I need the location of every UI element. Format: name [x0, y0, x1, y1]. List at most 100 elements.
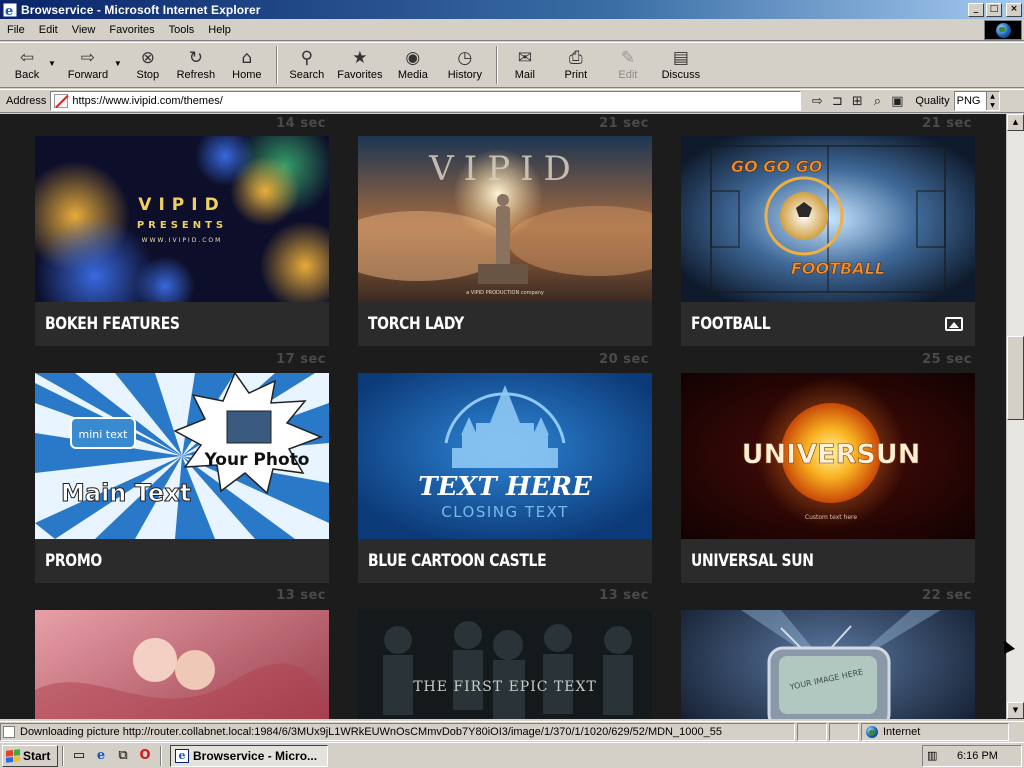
duration-label: 21 sec [922, 116, 972, 131]
windows-logo-icon [6, 748, 20, 763]
opera-icon[interactable]: O [136, 747, 154, 765]
history-button[interactable]: ◷ History [438, 43, 492, 87]
mail-button[interactable]: ✉ Mail [502, 43, 548, 87]
theme-title-bar[interactable]: UNIVERSAL SUN [681, 539, 975, 583]
theme-thumbnail[interactable]: THE FIRST EPIC TEXT [358, 610, 652, 719]
status-message: Downloading picture http://router.collab… [0, 722, 795, 741]
thumb-site-text: WWW.IVIPID.COM [142, 237, 223, 244]
page-content: 14 sec VIPID PRESENTS WWW.IVIPID.COM BOK… [0, 114, 1006, 719]
maximize-button[interactable]: □ [986, 2, 1002, 17]
forward-button[interactable]: ⇨ Forward [60, 43, 116, 87]
scroll-thumb[interactable] [1007, 336, 1024, 420]
menu-help[interactable]: Help [201, 24, 238, 36]
clipboard-icon[interactable]: ▣ [887, 94, 907, 109]
theme-title-bar[interactable]: PROMO [35, 539, 329, 583]
quality-label: Quality [915, 95, 950, 107]
vertical-scrollbar[interactable]: ▲ ▼ [1006, 114, 1024, 719]
ie-throbber [984, 20, 1022, 40]
refresh-button[interactable]: ↻ Refresh [170, 43, 222, 87]
forward-label: Forward [67, 69, 109, 81]
stop-label: Stop [136, 69, 160, 81]
close-button[interactable]: × [1006, 2, 1022, 17]
mail-label: Mail [514, 69, 535, 81]
find-icon[interactable]: ⌕ [867, 94, 887, 109]
network-icon[interactable]: ⧉ [114, 747, 132, 765]
menu-tools[interactable]: Tools [162, 24, 202, 36]
print-button[interactable]: ⎙ Print [548, 43, 604, 87]
favorites-button[interactable]: ★ Favorites [332, 43, 388, 87]
thumb-sub-text: a VIPID PRODUCTION company [466, 290, 544, 296]
stop-button[interactable]: ⊗ Stop [126, 43, 170, 87]
page-loading-icon [3, 725, 15, 738]
thumb-main-text: Main Text [61, 479, 191, 507]
thumb-top-text: GO GO GO [731, 157, 823, 176]
menu-view[interactable]: View [65, 24, 103, 36]
home-icon: ⌂ [241, 48, 253, 68]
theme-thumbnail[interactable]: mini text Your Photo Main Text [35, 373, 329, 539]
menu-file[interactable]: File [0, 24, 32, 36]
window-title-bar: e Browservice - Microsoft Internet Explo… [0, 0, 1024, 19]
tray-app-icon[interactable]: ▥ [927, 749, 943, 763]
taskbar-window-browservice[interactable]: e Browservice - Micro... [170, 744, 328, 767]
edit-button: ✎ Edit [604, 43, 652, 87]
zoom-icon[interactable]: ⊞ [847, 94, 867, 109]
forward-dropdown-icon[interactable]: ▼ [114, 59, 122, 68]
address-label: Address [6, 95, 47, 107]
quality-select[interactable]: PNG ▲ ▼ [953, 91, 1000, 111]
back-dropdown-icon[interactable]: ▼ [48, 59, 56, 68]
theme-thumbnail[interactable]: YOUR IMAGE HERE [681, 610, 975, 719]
globe-icon [995, 22, 1011, 38]
thumb-photo-text: Your Photo [204, 450, 310, 470]
ie-quicklaunch-icon[interactable]: e [92, 747, 110, 765]
scroll-up-icon[interactable]: ▲ [1007, 114, 1024, 131]
duration-label: 17 sec [276, 352, 326, 367]
search-button[interactable]: ⚲ Search [282, 43, 332, 87]
discuss-button[interactable]: ▤ Discuss [652, 43, 710, 87]
image-icon[interactable] [945, 317, 963, 331]
quality-value: PNG [956, 95, 981, 107]
go-arrow-icon[interactable]: ⇨ [807, 94, 827, 109]
search-label: Search [289, 69, 325, 81]
svg-text:e: e [5, 4, 13, 18]
bookmark-icon[interactable]: ⊐ [827, 94, 847, 109]
task-label: Browservice - Micro... [193, 748, 318, 763]
menu-favorites[interactable]: Favorites [102, 24, 161, 36]
quality-spinner-icon[interactable]: ▲ ▼ [985, 92, 999, 110]
back-button[interactable]: ⇦ Back [4, 43, 50, 87]
refresh-label: Refresh [176, 69, 216, 81]
theme-title-bar[interactable]: BLUE CARTOON CASTLE [358, 539, 652, 583]
theme-thumbnail[interactable]: TEXT HERE CLOSING TEXT [358, 373, 652, 539]
theme-thumbnail[interactable]: UNIVERSUN Custom text here [681, 373, 975, 539]
thumb-sub-text: Custom text here [805, 514, 857, 521]
status-bar: Downloading picture http://router.collab… [0, 721, 1024, 741]
theme-title-bar[interactable]: TORCH LADY [358, 302, 652, 346]
thumb-sub-text: PRESENTS [137, 220, 227, 231]
status-pane [797, 722, 827, 741]
minimize-button[interactable]: _ [968, 2, 984, 17]
duration-label: 13 sec [276, 588, 326, 603]
theme-thumbnail[interactable]: GO GO GO FOOTBALL [681, 136, 975, 302]
thumb-sub-text: CLOSING TEXT [441, 503, 568, 521]
theme-thumbnail[interactable]: VIPID PRESENTS WWW.IVIPID.COM [35, 136, 329, 302]
start-button[interactable]: Start [2, 744, 58, 767]
print-label: Print [564, 69, 588, 81]
theme-thumbnail[interactable]: VIPID a VIPID PRODUCTION company [358, 136, 652, 302]
edit-icon: ✎ [620, 48, 635, 68]
menu-edit[interactable]: Edit [32, 24, 65, 36]
status-text: Downloading picture http://router.collab… [20, 725, 722, 738]
mail-icon: ✉ [517, 48, 532, 68]
duration-label: 25 sec [922, 352, 972, 367]
show-desktop-icon[interactable]: ▭ [70, 747, 88, 765]
theme-title-bar[interactable]: BOKEH FEATURES [35, 302, 329, 346]
address-input[interactable]: https://www.ivipid.com/themes/ [50, 91, 802, 111]
duration-label: 22 sec [922, 588, 972, 603]
media-button[interactable]: ◉ Media [388, 43, 438, 87]
theme-title-bar[interactable]: FOOTBALL [681, 302, 975, 346]
home-button[interactable]: ⌂ Home [222, 43, 272, 87]
theme-thumbnail[interactable] [35, 610, 329, 719]
discuss-icon: ▤ [672, 48, 689, 68]
thumb-bottom-text: FOOTBALL [791, 259, 885, 278]
scroll-down-icon[interactable]: ▼ [1007, 702, 1024, 719]
thumb-brand-text: VIPID [138, 195, 225, 215]
favorites-label: Favorites [337, 69, 383, 81]
